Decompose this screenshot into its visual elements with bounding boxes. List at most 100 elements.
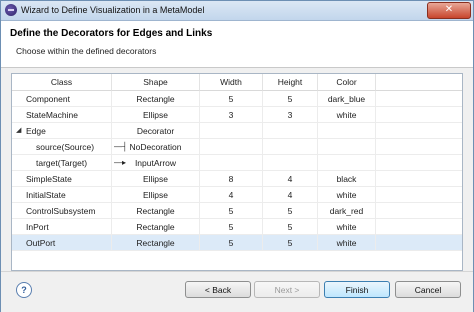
filler-cell: [376, 187, 462, 203]
table-row[interactable]: Component Rectangle 5 5 dark_blue: [12, 91, 462, 107]
column-header-class[interactable]: Class: [12, 74, 112, 91]
class-label: ControlSubsystem: [26, 206, 96, 216]
page-title: Define the Decorators for Edges and Link…: [10, 28, 213, 39]
shape-cell: Rectangle: [112, 91, 200, 107]
shape-cell: Rectangle: [112, 219, 200, 235]
table-row[interactable]: ◢ Edge Decorator: [12, 123, 462, 139]
table-row[interactable]: ControlSubsystem Rectangle 5 5 dark_red: [12, 203, 462, 219]
table-row[interactable]: target(Target) —▸ InputArrow: [12, 155, 462, 171]
wizard-footer: ? < Back Next > Finish Cancel: [1, 271, 473, 312]
tree-expander-icon[interactable]: ◢: [16, 123, 21, 139]
shape-cell: Rectangle: [112, 203, 200, 219]
height-cell: [263, 155, 318, 171]
decorator-glyph-icon: —┤: [114, 142, 128, 151]
table-row[interactable]: source(Source) —┤ NoDecoration: [12, 139, 462, 155]
class-cell: SimpleState: [12, 171, 112, 187]
shape-cell: —┤ NoDecoration: [112, 139, 200, 155]
column-header-color[interactable]: Color: [318, 74, 376, 91]
class-label: Edge: [26, 126, 46, 136]
height-cell: 5: [263, 203, 318, 219]
class-cell: source(Source): [12, 139, 112, 155]
filler-cell: [376, 171, 462, 187]
class-cell: StateMachine: [12, 107, 112, 123]
shape-cell: —▸ InputArrow: [112, 155, 200, 171]
column-header-width[interactable]: Width: [200, 74, 263, 91]
height-cell: 5: [263, 219, 318, 235]
color-cell: dark_red: [318, 203, 376, 219]
width-cell: 8: [200, 171, 263, 187]
cancel-button[interactable]: Cancel: [395, 281, 461, 298]
width-cell: 5: [200, 219, 263, 235]
filler-cell: [376, 219, 462, 235]
class-cell: InPort: [12, 219, 112, 235]
color-cell: [318, 123, 376, 139]
filler-cell: [376, 139, 462, 155]
filler-cell: [376, 235, 462, 251]
back-button[interactable]: < Back: [185, 281, 251, 298]
shape-cell: Ellipse: [112, 187, 200, 203]
class-cell: ControlSubsystem: [12, 203, 112, 219]
table-row[interactable]: InitialState Ellipse 4 4 white: [12, 187, 462, 203]
height-cell: [263, 123, 318, 139]
class-cell: InitialState: [12, 187, 112, 203]
decorator-glyph-icon: —▸: [114, 158, 127, 167]
height-cell: 3: [263, 107, 318, 123]
shape-cell: Rectangle: [112, 235, 200, 251]
height-cell: 5: [263, 91, 318, 107]
filler-cell: [376, 123, 462, 139]
title-bar: Wizard to Define Visualization in a Meta…: [1, 1, 473, 21]
class-label: source(Source): [36, 142, 95, 152]
color-cell: [318, 139, 376, 155]
width-cell: 5: [200, 235, 263, 251]
column-header-height[interactable]: Height: [263, 74, 318, 91]
table-row[interactable]: StateMachine Ellipse 3 3 white: [12, 107, 462, 123]
width-cell: [200, 155, 263, 171]
filler-cell: [376, 91, 462, 107]
height-cell: 4: [263, 187, 318, 203]
close-button[interactable]: ✕: [427, 2, 471, 19]
page-subtitle: Choose within the defined decorators: [16, 46, 157, 56]
height-cell: [263, 139, 318, 155]
color-cell: [318, 155, 376, 171]
class-cell: target(Target): [12, 155, 112, 171]
class-label: target(Target): [36, 158, 88, 168]
column-header-shape[interactable]: Shape: [112, 74, 200, 91]
class-cell: ◢ Edge: [12, 123, 112, 139]
height-cell: 5: [263, 235, 318, 251]
width-cell: 5: [200, 203, 263, 219]
next-button[interactable]: Next >: [254, 281, 320, 298]
column-header-filler: [376, 74, 462, 91]
color-cell: white: [318, 187, 376, 203]
shape-label: NoDecoration: [129, 142, 182, 152]
width-cell: 4: [200, 187, 263, 203]
class-cell: Component: [12, 91, 112, 107]
decorators-table[interactable]: Class Shape Width Height Color Component…: [11, 73, 463, 271]
wizard-header: Define the Decorators for Edges and Link…: [1, 21, 473, 68]
filler-cell: [376, 155, 462, 171]
wizard-window: Wizard to Define Visualization in a Meta…: [0, 0, 474, 312]
width-cell: 5: [200, 91, 263, 107]
table-row[interactable]: OutPort Rectangle 5 5 white: [12, 235, 462, 251]
wizard-content: Class Shape Width Height Color Component…: [1, 68, 473, 271]
class-label: InPort: [26, 222, 49, 232]
class-cell: OutPort: [12, 235, 112, 251]
help-icon[interactable]: ?: [16, 282, 32, 298]
eclipse-app-icon: [5, 4, 17, 16]
width-cell: [200, 123, 263, 139]
shape-cell: Ellipse: [112, 107, 200, 123]
class-label: Component: [26, 94, 70, 104]
color-cell: dark_blue: [318, 91, 376, 107]
class-label: InitialState: [26, 190, 66, 200]
class-label: OutPort: [26, 238, 56, 248]
height-cell: 4: [263, 171, 318, 187]
width-cell: 3: [200, 107, 263, 123]
filler-cell: [376, 203, 462, 219]
shape-cell: Ellipse: [112, 171, 200, 187]
color-cell: black: [318, 171, 376, 187]
table-row[interactable]: InPort Rectangle 5 5 white: [12, 219, 462, 235]
width-cell: [200, 139, 263, 155]
table-row[interactable]: SimpleState Ellipse 8 4 black: [12, 171, 462, 187]
color-cell: white: [318, 219, 376, 235]
finish-button[interactable]: Finish: [324, 281, 390, 298]
class-label: SimpleState: [26, 174, 72, 184]
